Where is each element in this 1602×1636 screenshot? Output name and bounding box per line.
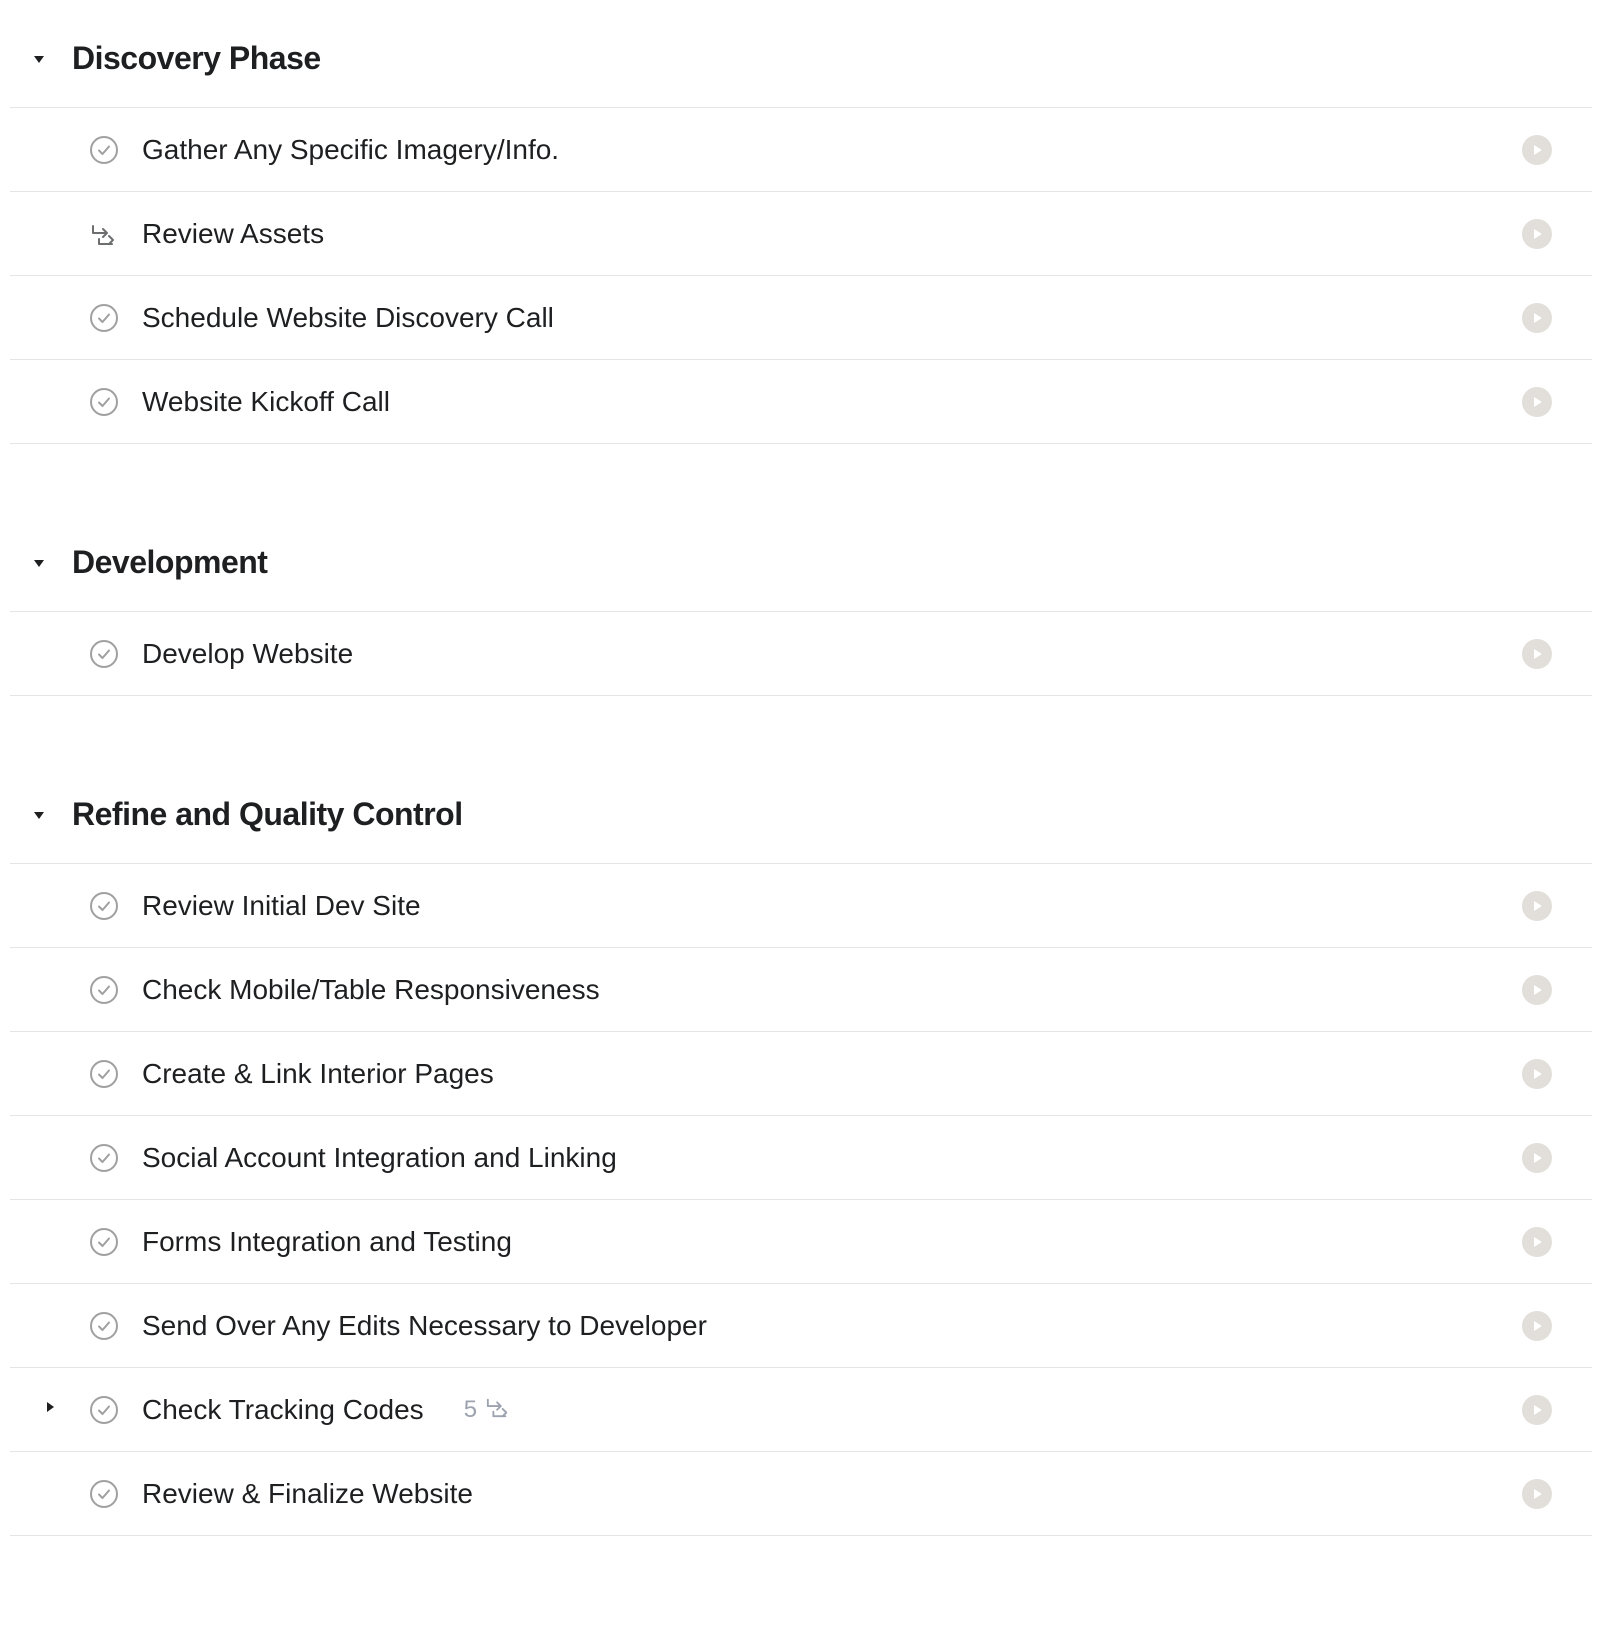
section-header[interactable]: Refine and Quality Control (10, 776, 1592, 864)
section-title: Discovery Phase (72, 40, 321, 77)
task-left: Forms Integration and Testing (70, 1226, 1522, 1258)
play-button[interactable] (1522, 1479, 1552, 1509)
task-title: Send Over Any Edits Necessary to Develop… (142, 1310, 707, 1342)
play-button[interactable] (1522, 1059, 1552, 1089)
task-left: Create & Link Interior Pages (70, 1058, 1522, 1090)
task-title: Website Kickoff Call (142, 386, 390, 418)
subtask-indicator-icon (90, 220, 118, 248)
task-title: Schedule Website Discovery Call (142, 302, 554, 334)
task-title: Review Assets (142, 218, 324, 250)
task-title: Social Account Integration and Linking (142, 1142, 617, 1174)
task-actions (1522, 1395, 1552, 1425)
task-row[interactable]: Send Over Any Edits Necessary to Develop… (10, 1284, 1592, 1368)
task-title: Check Tracking Codes (142, 1394, 424, 1426)
task-complete-icon[interactable] (90, 640, 118, 668)
task-actions (1522, 639, 1552, 669)
play-button[interactable] (1522, 135, 1552, 165)
task-title: Check Mobile/Table Responsiveness (142, 974, 600, 1006)
task-left: Schedule Website Discovery Call (70, 302, 1522, 334)
task-row[interactable]: Develop Website (10, 612, 1592, 696)
task-row[interactable]: Social Account Integration and Linking (10, 1116, 1592, 1200)
task-row[interactable]: Gather Any Specific Imagery/Info. (10, 108, 1592, 192)
task-left: Gather Any Specific Imagery/Info. (70, 134, 1522, 166)
task-complete-icon[interactable] (90, 1144, 118, 1172)
section-header[interactable]: Discovery Phase (10, 20, 1592, 108)
section-header[interactable]: Development (10, 524, 1592, 612)
task-left: Send Over Any Edits Necessary to Develop… (70, 1310, 1522, 1342)
play-button[interactable] (1522, 1311, 1552, 1341)
task-row[interactable]: Website Kickoff Call (10, 360, 1592, 444)
play-button[interactable] (1522, 891, 1552, 921)
task-row[interactable]: Review & Finalize Website (10, 1452, 1592, 1536)
play-button[interactable] (1522, 639, 1552, 669)
task-left: Review & Finalize Website (70, 1478, 1522, 1510)
task-expand-icon[interactable] (42, 1399, 58, 1420)
task-left: Website Kickoff Call (70, 386, 1522, 418)
task-complete-icon[interactable] (90, 1060, 118, 1088)
task-row[interactable]: Create & Link Interior Pages (10, 1032, 1592, 1116)
play-button[interactable] (1522, 1395, 1552, 1425)
task-complete-icon[interactable] (90, 1312, 118, 1340)
task-actions (1522, 1479, 1552, 1509)
play-button[interactable] (1522, 975, 1552, 1005)
section-title: Refine and Quality Control (72, 796, 463, 833)
task-complete-icon[interactable] (90, 1228, 118, 1256)
task-row[interactable]: Check Tracking Codes 5 (10, 1368, 1592, 1452)
section: Discovery Phase Gather Any Specific Image… (10, 20, 1592, 444)
task-actions (1522, 303, 1552, 333)
task-title: Forms Integration and Testing (142, 1226, 512, 1258)
task-actions (1522, 135, 1552, 165)
play-button[interactable] (1522, 1143, 1552, 1173)
task-complete-icon[interactable] (90, 388, 118, 416)
task-complete-icon[interactable] (90, 1396, 118, 1424)
section: Refine and Quality Control Review Initial… (10, 776, 1592, 1536)
task-actions (1522, 1311, 1552, 1341)
task-row[interactable]: Review Initial Dev Site (10, 864, 1592, 948)
task-left: Review Assets (70, 218, 1522, 250)
task-left: Social Account Integration and Linking (70, 1142, 1522, 1174)
task-complete-icon[interactable] (90, 1480, 118, 1508)
task-actions (1522, 1143, 1552, 1173)
task-actions (1522, 1059, 1552, 1089)
task-actions (1522, 891, 1552, 921)
task-left: Review Initial Dev Site (70, 890, 1522, 922)
task-actions (1522, 387, 1552, 417)
task-actions (1522, 1227, 1552, 1257)
section-title: Development (72, 544, 267, 581)
subtask-badge[interactable]: 5 (464, 1395, 511, 1424)
task-row[interactable]: Check Mobile/Table Responsiveness (10, 948, 1592, 1032)
task-complete-icon[interactable] (90, 304, 118, 332)
subtask-count: 5 (464, 1396, 477, 1424)
task-expand-column (30, 1399, 70, 1420)
play-button[interactable] (1522, 303, 1552, 333)
play-button[interactable] (1522, 387, 1552, 417)
task-left: Check Tracking Codes 5 (70, 1394, 1522, 1426)
play-button[interactable] (1522, 219, 1552, 249)
section: Development Develop Website (10, 524, 1592, 696)
task-left: Develop Website (70, 638, 1522, 670)
play-button[interactable] (1522, 1227, 1552, 1257)
task-title: Create & Link Interior Pages (142, 1058, 494, 1090)
task-left: Check Mobile/Table Responsiveness (70, 974, 1522, 1006)
task-title: Review & Finalize Website (142, 1478, 473, 1510)
task-complete-icon[interactable] (90, 976, 118, 1004)
task-complete-icon[interactable] (90, 136, 118, 164)
task-title: Review Initial Dev Site (142, 890, 421, 922)
task-row[interactable]: Schedule Website Discovery Call (10, 276, 1592, 360)
task-row[interactable]: Review Assets (10, 192, 1592, 276)
task-actions (1522, 975, 1552, 1005)
subtask-badge-icon (485, 1395, 511, 1424)
task-complete-icon[interactable] (90, 892, 118, 920)
task-title: Develop Website (142, 638, 353, 670)
task-actions (1522, 219, 1552, 249)
section-toggle-icon[interactable] (30, 554, 48, 572)
task-title: Gather Any Specific Imagery/Info. (142, 134, 559, 166)
section-toggle-icon[interactable] (30, 806, 48, 824)
task-row[interactable]: Forms Integration and Testing (10, 1200, 1592, 1284)
section-toggle-icon[interactable] (30, 50, 48, 68)
